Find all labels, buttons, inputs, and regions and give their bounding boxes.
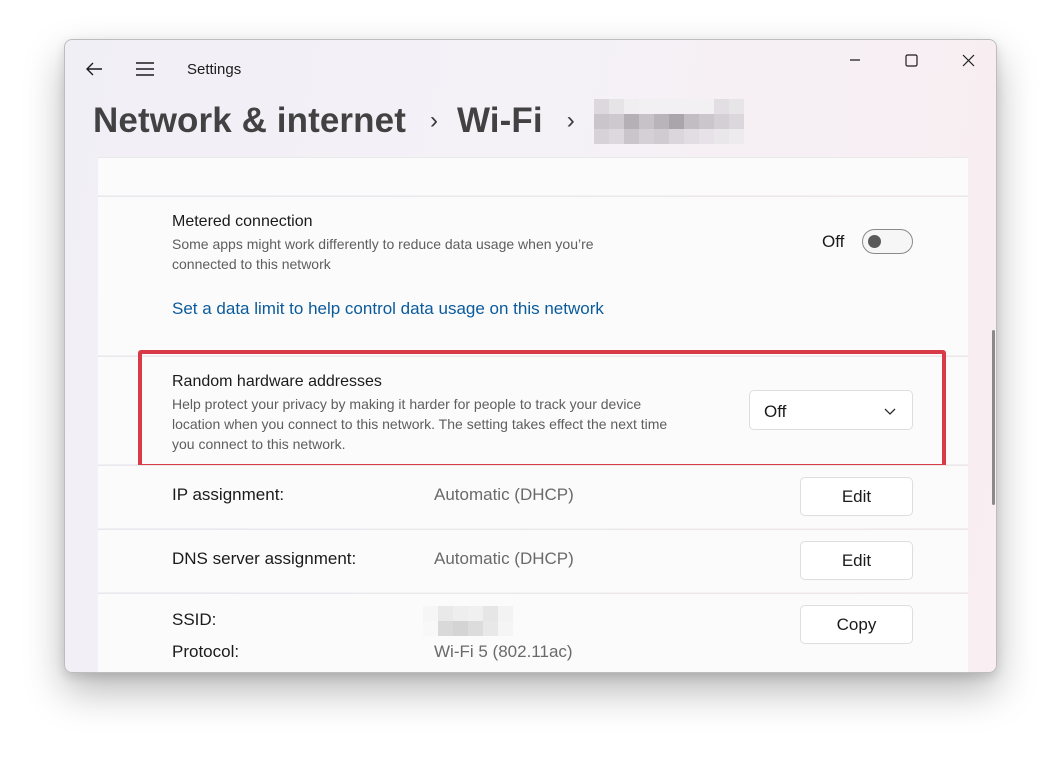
card-top xyxy=(98,157,968,195)
metered-description-line2: connected to this network xyxy=(172,256,331,272)
maximize-icon xyxy=(904,53,918,67)
title-bar: Settings xyxy=(65,40,996,90)
data-limit-link[interactable]: Set a data limit to help control data us… xyxy=(172,299,604,319)
protocol-label: Protocol: xyxy=(172,642,240,661)
close-button[interactable] xyxy=(945,44,991,76)
minimize-icon xyxy=(850,59,860,61)
ip-assignment-card: IP assignment: Automatic (DHCP) Edit xyxy=(98,465,968,528)
metered-connection-card: Metered connection Some apps might work … xyxy=(98,196,968,355)
redacted-ssid xyxy=(423,606,513,636)
maximize-button[interactable] xyxy=(888,44,934,76)
network-properties-card: SSID: Protocol: Wi-Fi 5 (802.11ac) Copy xyxy=(98,593,968,672)
ip-edit-button[interactable]: Edit xyxy=(800,477,913,516)
minimize-button[interactable] xyxy=(832,44,878,76)
breadcrumb-wifi[interactable]: Wi-Fi xyxy=(457,101,543,141)
metered-toggle[interactable] xyxy=(862,229,913,254)
metered-title: Metered connection xyxy=(172,213,313,230)
menu-button[interactable] xyxy=(130,54,160,84)
dns-assignment-value: Automatic (DHCP) xyxy=(434,549,574,568)
vertical-scrollbar[interactable] xyxy=(992,330,995,505)
breadcrumb: Network & internet › Wi-Fi › xyxy=(93,98,744,144)
hamburger-menu-icon xyxy=(136,62,154,76)
dns-assignment-label: DNS server assignment: xyxy=(172,549,357,568)
metered-toggle-label: Off xyxy=(822,232,845,251)
redacted-network-name xyxy=(593,98,744,144)
metered-description-line1: Some apps might work differently to redu… xyxy=(172,236,594,252)
protocol-value: Wi-Fi 5 (802.11ac) xyxy=(434,642,573,661)
ssid-label: SSID: xyxy=(172,610,217,629)
settings-window: Settings Network & internet › Wi-Fi › Me… xyxy=(64,39,997,673)
back-arrow-icon xyxy=(86,62,102,76)
back-button[interactable] xyxy=(79,54,109,84)
breadcrumb-separator: › xyxy=(429,107,438,134)
highlight-box xyxy=(138,350,946,468)
ip-assignment-value: Automatic (DHCP) xyxy=(434,485,574,504)
close-icon xyxy=(962,54,974,66)
ip-assignment-label: IP assignment: xyxy=(172,485,285,504)
dns-assignment-card: DNS server assignment: Automatic (DHCP) … xyxy=(98,529,968,592)
copy-button[interactable]: Copy xyxy=(800,605,913,644)
dns-edit-button[interactable]: Edit xyxy=(800,541,913,580)
toggle-knob xyxy=(868,235,881,248)
app-title: Settings xyxy=(187,61,242,78)
breadcrumb-network-internet[interactable]: Network & internet xyxy=(93,101,406,141)
breadcrumb-separator: › xyxy=(566,107,575,134)
settings-content: Metered connection Some apps might work … xyxy=(98,157,968,672)
